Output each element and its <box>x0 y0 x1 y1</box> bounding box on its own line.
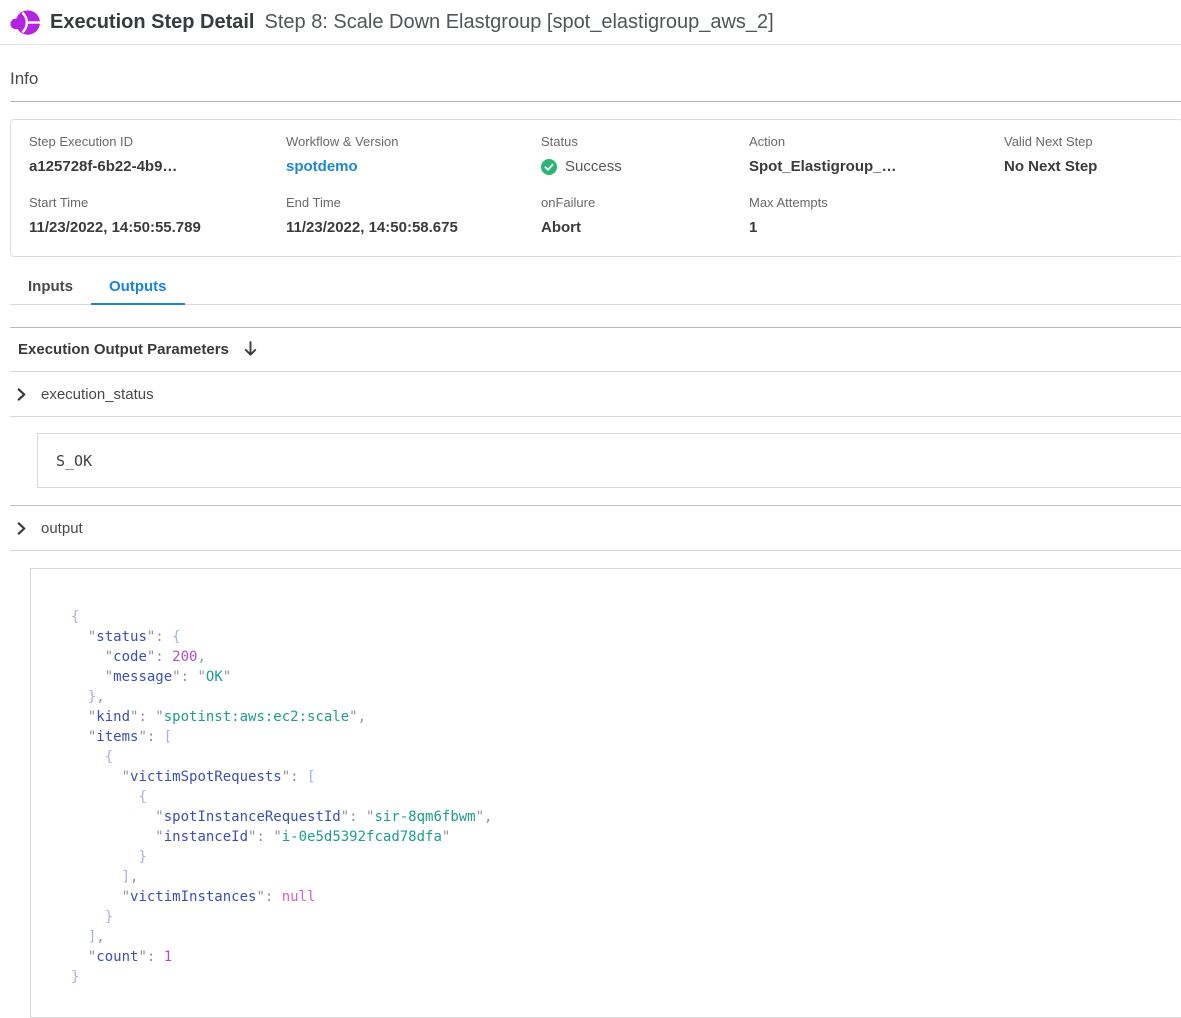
tab-outputs[interactable]: Outputs <box>91 272 185 305</box>
field-value: a125728f-6b22-4b9… <box>29 158 286 175</box>
status-badge: Success <box>565 158 622 175</box>
field-action: Action Spot_Elastigroup_… <box>749 134 1004 175</box>
param-row-execution-status: execution_status <box>10 372 1181 416</box>
divider <box>10 550 1181 551</box>
chevron-right-icon[interactable] <box>16 388 27 401</box>
param-name-output: output <box>41 520 83 537</box>
field-value: No Next Step <box>1004 158 1181 175</box>
divider <box>10 416 1181 417</box>
field-label: Status <box>541 134 749 149</box>
field-label: Max Attempts <box>749 195 1004 210</box>
execution-status-value: S_OK <box>37 433 1181 488</box>
field-value: Spot_Elastigroup_… <box>749 158 1004 175</box>
field-valid-next-step: Valid Next Step No Next Step <box>1004 134 1181 175</box>
field-label: End Time <box>286 195 541 210</box>
field-end-time: End Time 11/23/2022, 14:50:58.675 <box>286 195 541 236</box>
field-onfailure: onFailure Abort <box>541 195 749 236</box>
app-header: Execution Step Detail Step 8: Scale Down… <box>0 0 1181 45</box>
tab-inputs[interactable]: Inputs <box>10 272 91 305</box>
execution-output-parameters-title: Execution Output Parameters <box>18 341 229 358</box>
output-code: { "status": { "code": 200, "message": "O… <box>71 607 1162 987</box>
field-label: Workflow & Version <box>286 134 541 149</box>
page-title: Execution Step Detail <box>50 11 255 34</box>
field-status: Status Success <box>541 134 749 175</box>
page-subtitle: Step 8: Scale Down Elastgroup [spot_elas… <box>265 11 774 34</box>
info-card: Step Execution ID a125728f-6b22-4b9… Wor… <box>10 119 1181 257</box>
success-check-icon <box>541 159 557 175</box>
field-label: Valid Next Step <box>1004 134 1181 149</box>
field-start-time: Start Time 11/23/2022, 14:50:55.789 <box>29 195 286 236</box>
info-section-heading: Info <box>10 45 1181 101</box>
info-divider <box>10 101 1181 102</box>
field-step-execution-id: Step Execution ID a125728f-6b22-4b9… <box>29 134 286 175</box>
param-name-execution-status: execution_status <box>41 386 154 403</box>
field-label: Step Execution ID <box>29 134 286 149</box>
app-logo-icon <box>10 9 40 36</box>
field-value: 1 <box>749 219 1004 236</box>
download-outputs-icon[interactable] <box>243 341 258 358</box>
field-value: 11/23/2022, 14:50:55.789 <box>29 219 286 236</box>
field-max-attempts: Max Attempts 1 <box>749 195 1004 236</box>
field-label: Action <box>749 134 1004 149</box>
field-value: Abort <box>541 219 749 236</box>
chevron-right-icon[interactable] <box>16 522 27 535</box>
output-json-viewer: { "status": { "code": 200, "message": "O… <box>30 568 1181 1018</box>
workflow-link[interactable]: spotdemo <box>286 158 358 175</box>
execution-output-parameters-header: Execution Output Parameters <box>10 328 1181 371</box>
field-label: Start Time <box>29 195 286 210</box>
param-row-output: output <box>10 506 1181 550</box>
field-label: onFailure <box>541 195 749 210</box>
io-tabbar: Inputs Outputs <box>10 272 1181 305</box>
field-value: 11/23/2022, 14:50:58.675 <box>286 219 541 236</box>
field-workflow-version: Workflow & Version spotdemo <box>286 134 541 175</box>
